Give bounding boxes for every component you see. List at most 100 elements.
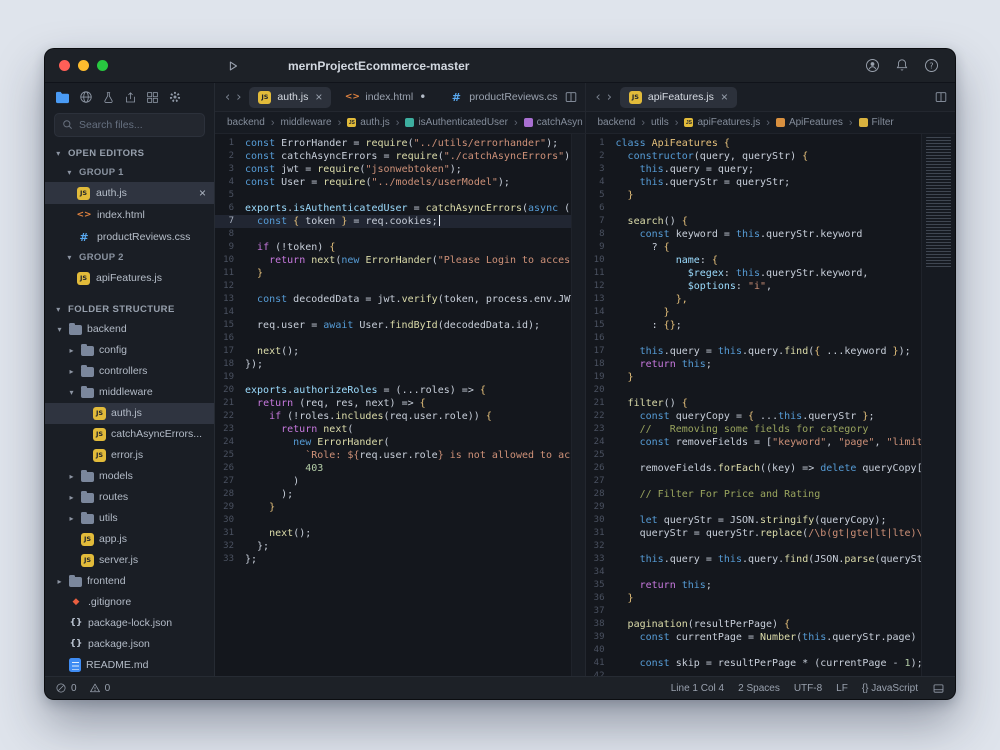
code-line[interactable]: 18}); xyxy=(215,358,571,371)
code-line[interactable]: 14 xyxy=(215,306,571,319)
code-line[interactable]: 8 const keyword = this.queryStr.keyword xyxy=(586,228,922,241)
tree-file-item[interactable]: README.md xyxy=(45,655,214,676)
close-window-button[interactable] xyxy=(59,60,70,71)
nav-back-icon[interactable]: ‹ xyxy=(222,90,233,105)
breadcrumb-item[interactable]: JSapiFeatures.js xyxy=(684,117,760,128)
scrollbar[interactable] xyxy=(571,134,585,676)
editor-tab[interactable]: JSauth.js× xyxy=(249,87,331,108)
breadcrumb-item[interactable]: JSauth.js xyxy=(347,117,389,128)
tree-folder-item[interactable]: ▾backend xyxy=(45,319,214,340)
tree-file-item[interactable]: {}package-lock.json xyxy=(45,613,214,634)
status-item[interactable]: LF xyxy=(836,683,848,694)
code-line[interactable]: 2 constructor(query, queryStr) { xyxy=(586,150,922,163)
code-line[interactable]: 7 search() { xyxy=(586,215,922,228)
status-item[interactable]: UTF-8 xyxy=(794,683,822,694)
code-line[interactable]: 6exports.isAuthenticatedUser = catchAsyn… xyxy=(215,202,571,215)
open-editor-item[interactable]: <>index.html xyxy=(45,204,214,226)
breadcrumb-item[interactable]: catchAsyn xyxy=(524,117,583,128)
code-line[interactable]: 41 const skip = resultPerPage * (current… xyxy=(586,657,922,670)
tree-file-item[interactable]: JScatchAsyncErrors... xyxy=(45,424,214,445)
tree-folder-item[interactable]: ▸frontend xyxy=(45,571,214,592)
breadcrumb-item[interactable]: backend xyxy=(227,117,265,128)
code-line[interactable]: 13 const decodedData = jwt.verify(token,… xyxy=(215,293,571,306)
status-item[interactable]: {} JavaScript xyxy=(862,683,918,694)
nav-forward-icon[interactable]: › xyxy=(233,90,244,105)
folder-structure-header[interactable]: ▾ FOLDER STRUCTURE xyxy=(45,299,214,319)
code-line[interactable]: 3const jwt = require("jsonwebtoken"); xyxy=(215,163,571,176)
code-line[interactable]: 15 req.user = await User.findById(decode… xyxy=(215,319,571,332)
editor-pane-2[interactable]: 1class ApiFeatures {2 constructor(query,… xyxy=(585,134,956,676)
problems-errors[interactable]: 0 xyxy=(55,682,77,694)
code-line[interactable]: 20exports.authorizeRoles = (...roles) =>… xyxy=(215,384,571,397)
help-icon[interactable]: ? xyxy=(924,58,939,73)
code-line[interactable]: 24 const removeFields = ["keyword", "pag… xyxy=(586,436,922,449)
code-line[interactable]: 21 filter() { xyxy=(586,397,922,410)
tree-folder-item[interactable]: ▸config xyxy=(45,340,214,361)
breadcrumb-item[interactable]: utils xyxy=(651,117,669,128)
account-icon[interactable] xyxy=(865,58,880,73)
tree-folder-item[interactable]: ▾middleware xyxy=(45,382,214,403)
code-line[interactable]: 31 next(); xyxy=(215,527,571,540)
code-line[interactable]: 19 } xyxy=(586,371,922,384)
code-line[interactable]: 17 this.query = this.query.find({ ...key… xyxy=(586,345,922,358)
code-line[interactable]: 18 return this; xyxy=(586,358,922,371)
open-editor-item[interactable]: JSapiFeatures.js xyxy=(45,267,214,289)
code-line[interactable]: 12 $options: "i", xyxy=(586,280,922,293)
tree-folder-item[interactable]: ▸models xyxy=(45,466,214,487)
code-line[interactable]: 30 let queryStr = JSON.stringify(queryCo… xyxy=(586,514,922,527)
code-line[interactable]: 33}; xyxy=(215,553,571,566)
split-editor-icon[interactable] xyxy=(928,90,948,104)
tree-file-item[interactable]: {}package.json xyxy=(45,634,214,655)
code-line[interactable]: 9 if (!token) { xyxy=(215,241,571,254)
editor-pane-1[interactable]: 1const ErrorHander = require("../utils/e… xyxy=(215,134,585,676)
settings-gear-icon[interactable] xyxy=(168,90,182,104)
explorer-folder-icon[interactable] xyxy=(55,91,70,104)
code-line[interactable]: 26 removeFields.forEach((key) => delete … xyxy=(586,462,922,475)
code-line[interactable]: 28 ); xyxy=(215,488,571,501)
tree-folder-item[interactable]: ▸controllers xyxy=(45,361,214,382)
zoom-window-button[interactable] xyxy=(97,60,108,71)
beaker-icon[interactable] xyxy=(102,91,115,104)
tree-file-item[interactable]: JSauth.js xyxy=(45,403,214,424)
code-line[interactable]: 15 : {}; xyxy=(586,319,922,332)
status-item[interactable]: Line 1 Col 4 xyxy=(671,683,724,694)
code-line[interactable]: 38 pagination(resultPerPage) { xyxy=(586,618,922,631)
code-line[interactable]: 12 xyxy=(215,280,571,293)
code-line[interactable]: 35 return this; xyxy=(586,579,922,592)
code-line[interactable]: 9 ? { xyxy=(586,241,922,254)
code-line[interactable]: 1class ApiFeatures { xyxy=(586,137,922,150)
code-line[interactable]: 30 xyxy=(215,514,571,527)
code-line[interactable]: 14 } xyxy=(586,306,922,319)
editor-tab[interactable]: JSapiFeatures.js× xyxy=(620,87,737,108)
split-editor-icon[interactable] xyxy=(558,90,578,104)
code-editor[interactable]: 1const ErrorHander = require("../utils/e… xyxy=(215,134,571,676)
open-editors-group-header[interactable]: ▾GROUP 1 xyxy=(45,163,214,182)
code-line[interactable]: 26 403 xyxy=(215,462,571,475)
breadcrumb-item[interactable]: Filter xyxy=(859,117,894,128)
code-line[interactable]: 19 xyxy=(215,371,571,384)
export-icon[interactable] xyxy=(124,91,137,104)
tree-file-item[interactable]: JSapp.js xyxy=(45,529,214,550)
search-box[interactable] xyxy=(54,113,205,137)
code-line[interactable]: 1const ErrorHander = require("../utils/e… xyxy=(215,137,571,150)
open-editors-group-header[interactable]: ▾GROUP 2 xyxy=(45,248,214,267)
code-line[interactable]: 40 xyxy=(586,644,922,657)
grid-icon[interactable] xyxy=(146,91,159,104)
problems-warnings[interactable]: 0 xyxy=(89,682,111,694)
bell-icon[interactable] xyxy=(895,58,909,73)
close-icon[interactable]: × xyxy=(199,187,206,199)
code-line[interactable]: 5 xyxy=(215,189,571,202)
code-line[interactable]: 21 return (req, res, next) => { xyxy=(215,397,571,410)
code-line[interactable]: 27 xyxy=(586,475,922,488)
search-input[interactable] xyxy=(79,119,197,131)
code-line[interactable]: 4const User = require("../models/userMod… xyxy=(215,176,571,189)
open-editors-header[interactable]: ▾ OPEN EDITORS xyxy=(45,144,214,164)
minimap[interactable] xyxy=(921,134,955,676)
code-line[interactable]: 25 xyxy=(586,449,922,462)
code-line[interactable]: 7 const { token } = req.cookies; xyxy=(215,215,571,228)
code-line[interactable]: 29 } xyxy=(215,501,571,514)
status-item[interactable]: 2 Spaces xyxy=(738,683,780,694)
tree-file-item[interactable]: JSerror.js xyxy=(45,445,214,466)
code-line[interactable]: 8 xyxy=(215,228,571,241)
code-line[interactable]: 31 queryStr = queryStr.replace(/\b(gt|gt… xyxy=(586,527,922,540)
